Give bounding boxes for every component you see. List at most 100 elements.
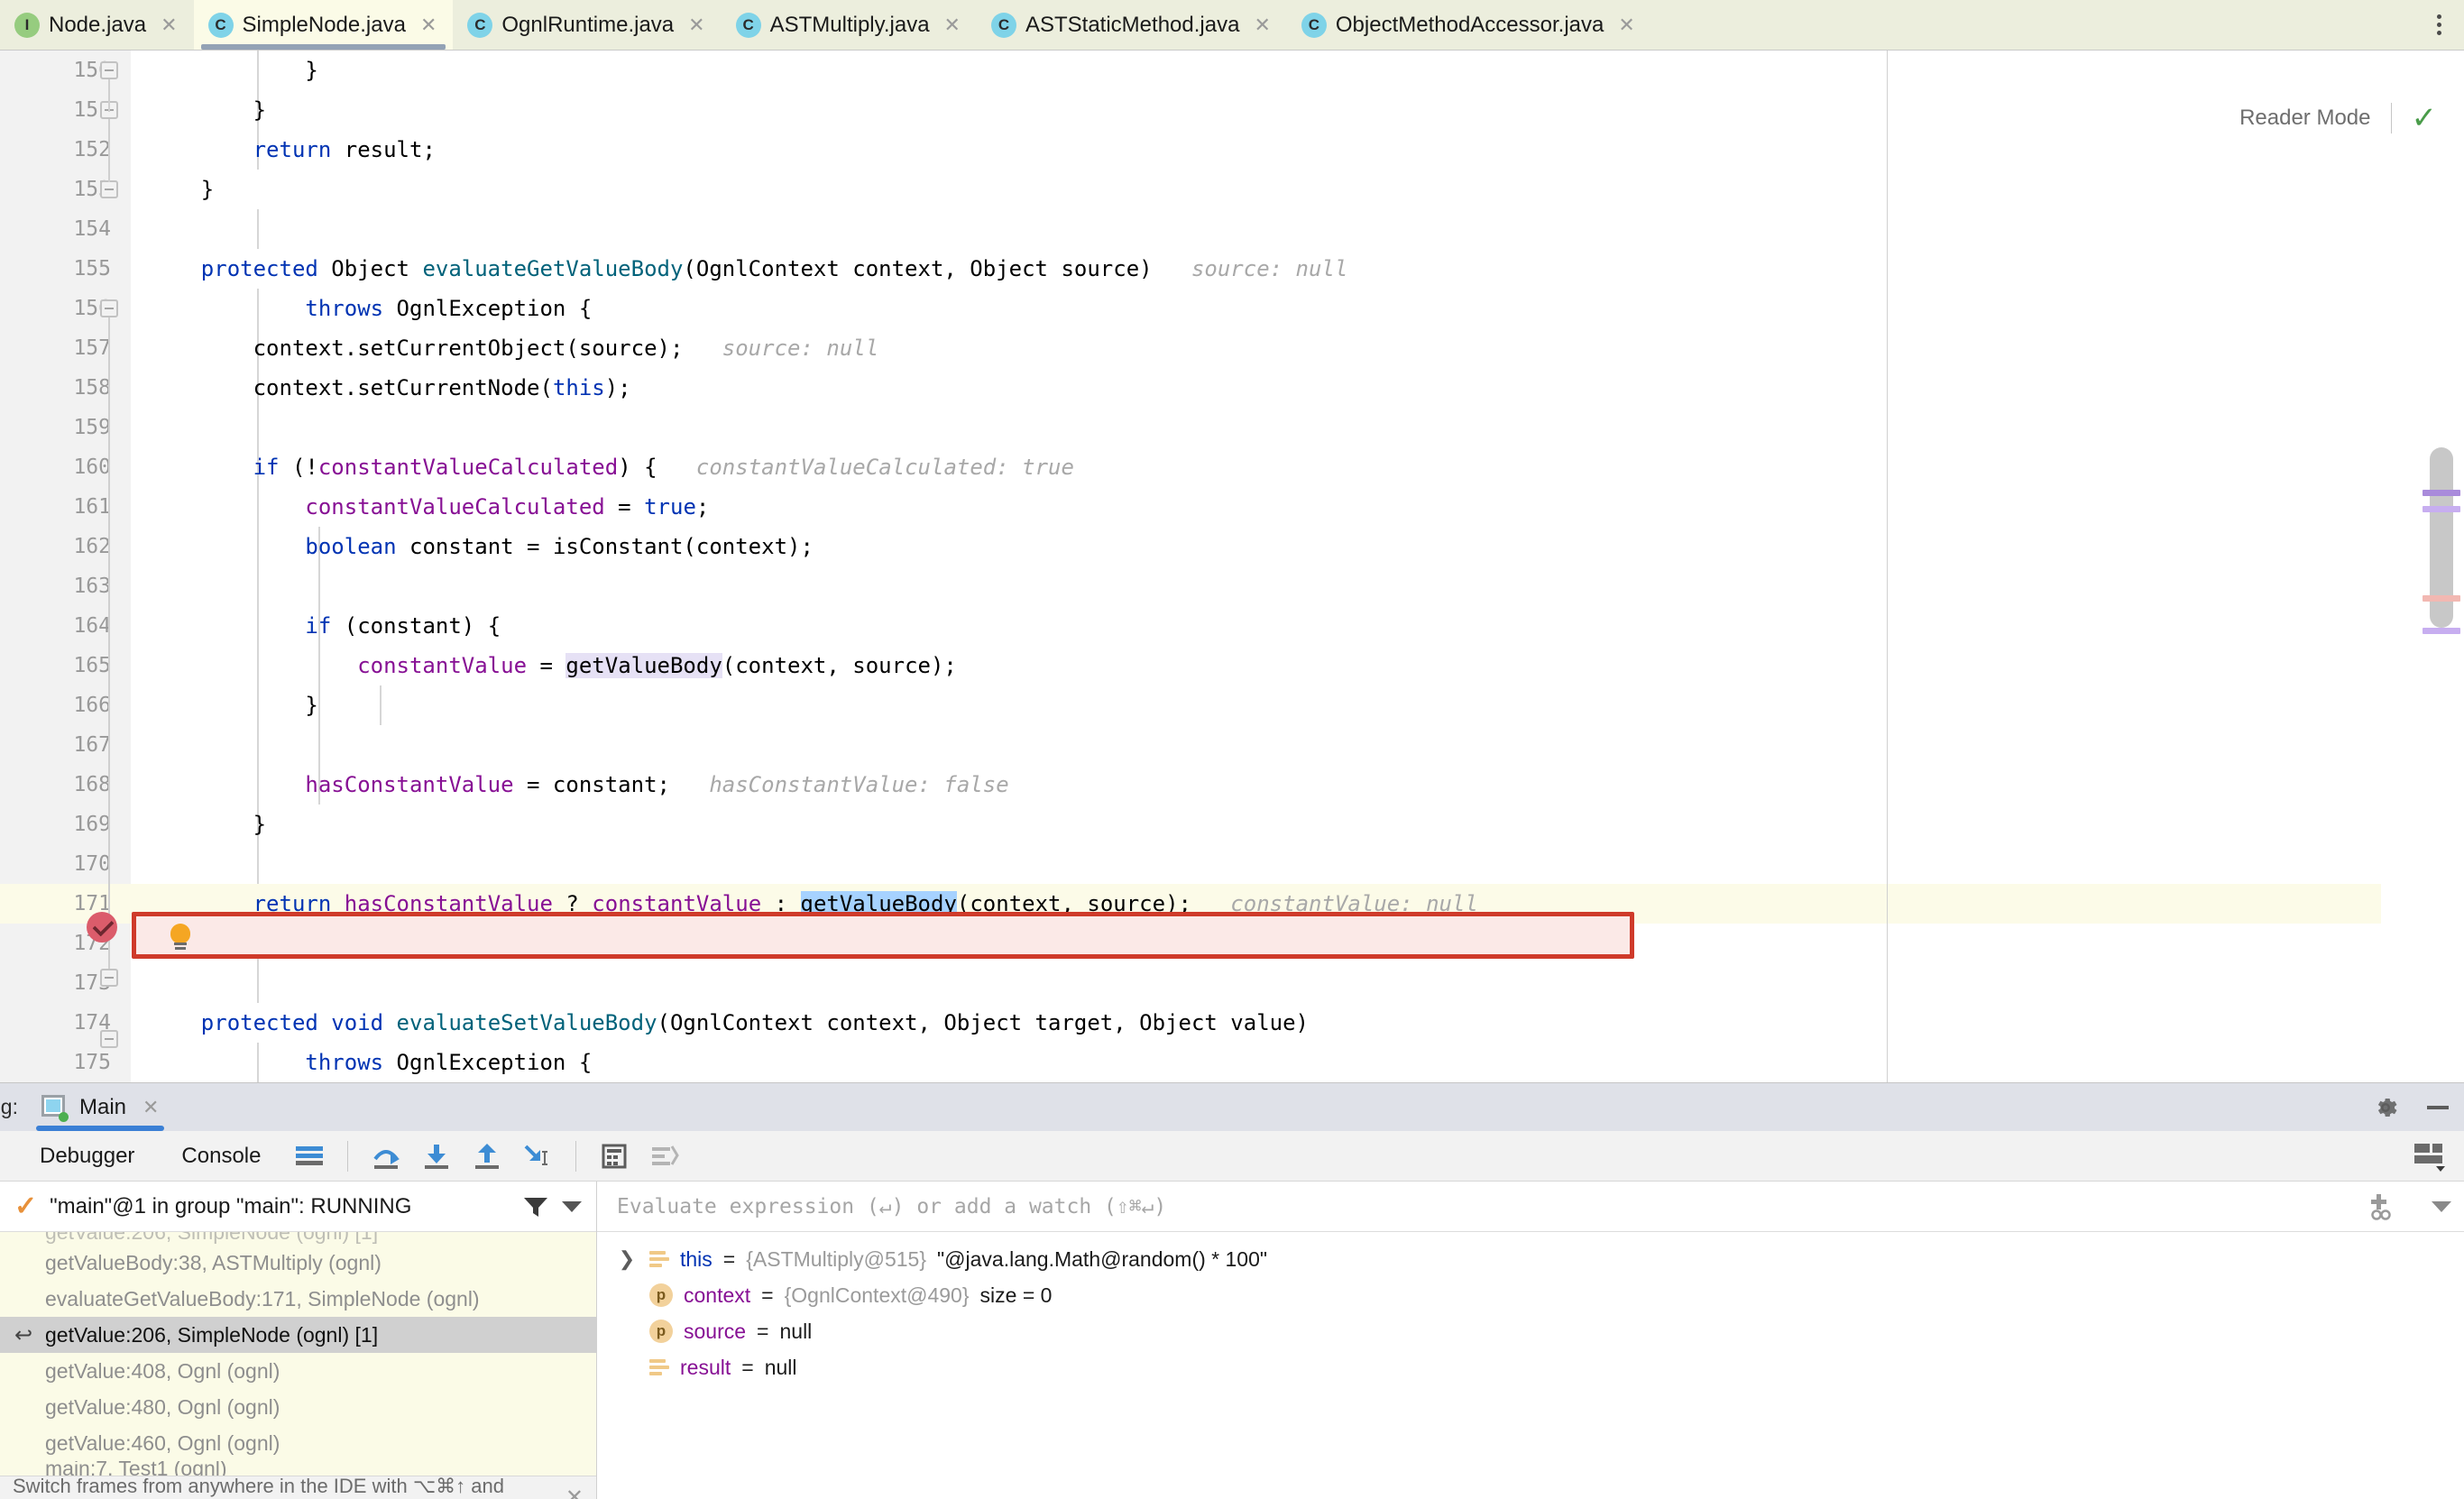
close-icon[interactable]: ✕	[420, 14, 437, 35]
variable-row-result[interactable]: ❯ result = null	[597, 1349, 2464, 1385]
editor-tab-node[interactable]: I Node.java ✕	[0, 0, 194, 50]
minimize-icon[interactable]	[2412, 1083, 2464, 1131]
ide-window: I Node.java ✕ C SimpleNode.java ✕ C Ognl…	[0, 0, 2464, 1499]
scroll-marker-usage[interactable]	[2423, 490, 2460, 496]
step-out-icon[interactable]	[462, 1136, 512, 1177]
equals-sign: =	[741, 1355, 754, 1379]
spacer: ❯	[615, 1356, 639, 1379]
filter-icon[interactable]	[522, 1195, 549, 1219]
editor-tab-astmultiply[interactable]: C ASTMultiply.java ✕	[722, 0, 977, 50]
editor-tab-aststaticmethod[interactable]: C ASTStaticMethod.java ✕	[977, 0, 1287, 50]
class-icon: C	[735, 12, 761, 38]
run-to-cursor-icon[interactable]	[512, 1136, 563, 1177]
editor-tab-label: ObjectMethodAccessor.java	[1335, 12, 1604, 37]
debug-toolbar: Debugger Console	[0, 1131, 2464, 1182]
watch-input-placeholder[interactable]: Evaluate expression (↵) or add a watch (…	[617, 1195, 2341, 1219]
spacer: ❯	[615, 1283, 639, 1307]
frames-list[interactable]: getValue:206, SimpleNode (ognl) [1] getV…	[0, 1232, 596, 1476]
frame-label: getValue:206, SimpleNode (ognl) [1]	[45, 1322, 379, 1347]
list-item[interactable]: getValue:408, Ognl (ognl)	[0, 1353, 596, 1389]
fold-line	[108, 119, 110, 182]
add-watch-icon[interactable]	[2358, 1191, 2403, 1222]
list-item[interactable]: main:7, Test1 (ognl)	[0, 1461, 596, 1476]
variable-type: {OgnlContext@490}	[784, 1283, 970, 1307]
fold-marker[interactable]	[100, 61, 118, 79]
editor-tab-simplenode[interactable]: C SimpleNode.java ✕	[193, 0, 454, 50]
fold-marker[interactable]	[100, 1030, 118, 1048]
editor-tab-ognlruntime[interactable]: C OgnlRuntime.java ✕	[453, 0, 721, 50]
reader-mode-indicator[interactable]: Reader Mode ✓	[2239, 103, 2437, 133]
list-item-selected[interactable]: ↩ getValue:206, SimpleNode (ognl) [1]	[0, 1317, 596, 1353]
editor-scrollbar[interactable]	[2381, 51, 2464, 1082]
close-icon[interactable]: ✕	[161, 14, 177, 35]
code-line: }	[149, 58, 318, 83]
tab-console[interactable]: Console	[158, 1144, 284, 1169]
variable-value: null	[779, 1319, 813, 1343]
debug-session-tab-main[interactable]: Main ✕	[27, 1083, 173, 1131]
close-icon[interactable]: ✕	[143, 1097, 159, 1117]
close-icon[interactable]: ✕	[688, 14, 704, 35]
editor-tab-bar: I Node.java ✕ C SimpleNode.java ✕ C Ognl…	[0, 0, 2464, 51]
run-configuration-icon	[41, 1094, 69, 1122]
chevron-right-icon[interactable]: ❯	[615, 1247, 639, 1271]
scroll-marker-error[interactable]	[2423, 595, 2460, 602]
equals-sign: =	[757, 1319, 769, 1343]
fold-marker[interactable]	[100, 299, 118, 317]
list-item[interactable]: getValue:460, Ognl (ognl)	[0, 1425, 596, 1461]
step-into-icon[interactable]	[411, 1136, 462, 1177]
list-item[interactable]: getValue:480, Ognl (ognl)	[0, 1389, 596, 1425]
code-line: return result;	[149, 137, 436, 162]
inspection-ok-icon[interactable]: ✓	[2412, 103, 2438, 133]
list-item[interactable]: evaluateGetValueBody:171, SimpleNode (og…	[0, 1281, 596, 1317]
layout-settings-icon[interactable]	[2397, 1136, 2464, 1177]
code-editor[interactable]: 150 151 152 153 154 155 156 157 158 159 …	[0, 51, 2464, 1082]
fold-marker[interactable]	[100, 969, 118, 987]
debug-content: ✓ "main"@1 in group "main": RUNNING getV…	[0, 1182, 2464, 1499]
divider	[575, 1140, 577, 1172]
editor-tab-objectmethodaccessor[interactable]: C ObjectMethodAccessor.java ✕	[1287, 0, 1651, 50]
close-icon[interactable]: ✕	[1618, 14, 1634, 35]
variable-row-source[interactable]: ❯ p source = null	[597, 1313, 2464, 1349]
fold-marker[interactable]	[100, 180, 118, 198]
intention-bulb-icon[interactable]	[167, 924, 194, 951]
debug-session-label: Main	[78, 1094, 127, 1119]
list-item[interactable]: getValueBody:38, ASTMultiply (ognl)	[0, 1245, 596, 1281]
frames-icon[interactable]	[284, 1136, 335, 1177]
class-icon: C	[1301, 12, 1327, 38]
gear-icon[interactable]	[2359, 1083, 2412, 1131]
breakpoint-icon[interactable]	[87, 912, 117, 943]
thread-selector[interactable]: ✓ "main"@1 in group "main": RUNNING	[0, 1182, 596, 1232]
chevron-down-icon[interactable]	[2419, 1200, 2464, 1212]
tab-debugger[interactable]: Debugger	[16, 1144, 158, 1169]
variable-row-this[interactable]: ❯ this = {ASTMultiply@515} "@java.lang.M…	[597, 1241, 2464, 1277]
editor-gutter[interactable]: 150 151 152 153 154 155 156 157 158 159 …	[0, 51, 131, 1082]
code-line: constantValue = getValueBody(context, so…	[357, 653, 957, 678]
variable-row-context[interactable]: ❯ p context = {OgnlContext@490} size = 0	[597, 1277, 2464, 1313]
code-line: boolean constant = isConstant(context);	[305, 534, 814, 559]
evaluate-expression-field[interactable]: Evaluate expression (↵) or add a watch (…	[597, 1182, 2464, 1232]
code-line: }	[149, 97, 267, 123]
close-icon[interactable]: ✕	[1254, 14, 1270, 35]
close-icon[interactable]: ✕	[565, 1485, 584, 1499]
mute-breakpoints-icon[interactable]	[639, 1136, 690, 1177]
scroll-marker-usage[interactable]	[2423, 628, 2460, 634]
execution-point-highlight	[132, 912, 1634, 959]
chevron-down-icon[interactable]	[562, 1200, 582, 1212]
evaluate-icon[interactable]	[589, 1136, 639, 1177]
variable-value: size = 0	[979, 1283, 1053, 1307]
scroll-marker-usage[interactable]	[2423, 506, 2460, 512]
variable-value: "@java.lang.Math@random() * 100"	[937, 1246, 1268, 1271]
frames-hint-banner: Switch frames from anywhere in the IDE w…	[0, 1475, 596, 1499]
step-over-icon[interactable]	[361, 1136, 411, 1177]
variables-list[interactable]: ❯ this = {ASTMultiply@515} "@java.lang.M…	[597, 1232, 2464, 1499]
interface-icon: I	[14, 12, 40, 38]
more-options-icon[interactable]	[2413, 0, 2464, 50]
titlebar-spacer	[173, 1083, 2359, 1131]
close-icon[interactable]: ✕	[944, 14, 961, 35]
list-item[interactable]: getValue:206, SimpleNode (ognl) [1]	[0, 1232, 596, 1245]
reader-mode-label: Reader Mode	[2239, 106, 2371, 130]
code-line: protected Object evaluateGetValueBody(Og…	[149, 256, 1348, 281]
